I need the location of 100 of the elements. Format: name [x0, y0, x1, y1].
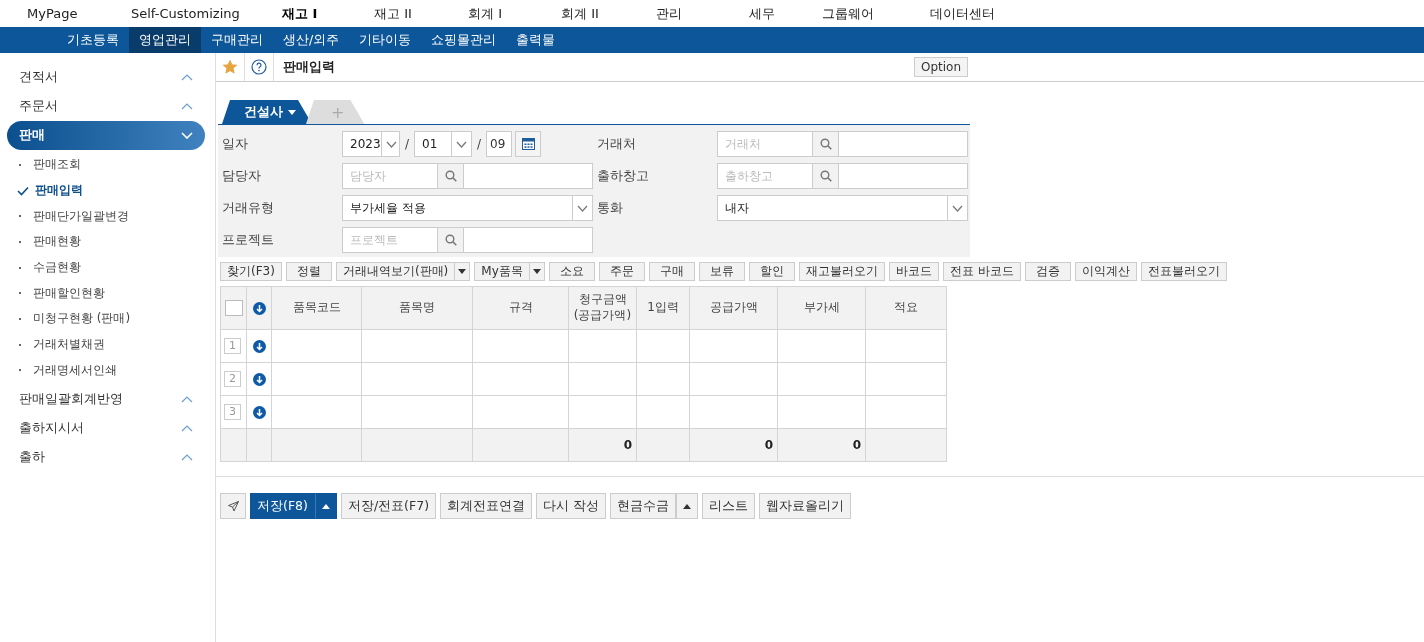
search-button[interactable] — [813, 163, 838, 189]
action-button[interactable]: 회계전표연결 — [440, 493, 532, 519]
top-menu-item[interactable]: 관리 — [656, 4, 682, 23]
sidebar-subitem-label: 판매현황 — [33, 233, 81, 251]
dropdown-field[interactable]: 부가세율 적용 — [342, 195, 593, 221]
action-button[interactable]: 다시 작성 — [536, 493, 606, 519]
date-separator: / — [404, 136, 411, 153]
input-field[interactable] — [463, 163, 593, 189]
toolbar-button[interactable]: 거래내역보기(판매) — [335, 262, 456, 281]
toolbar-button[interactable]: 찾기(F3) — [220, 262, 282, 281]
sidebar-subitem[interactable]: 수금현황 — [0, 254, 215, 281]
sidebar-item[interactable]: 출하지시서 — [7, 414, 205, 444]
chevron-down-icon — [385, 140, 397, 148]
sidebar-subitem[interactable]: 거래처별채권 — [0, 331, 215, 358]
sidebar-subitem[interactable]: 판매조회 — [0, 152, 215, 178]
input-field[interactable]: 담당자 — [342, 163, 438, 189]
search-button[interactable] — [438, 163, 463, 189]
toolbar-button[interactable]: 할인 — [748, 262, 795, 281]
calendar-button[interactable] — [515, 131, 542, 157]
top-menu-item[interactable]: 회계 II — [561, 4, 599, 23]
toolbar-button[interactable]: 전표불러오기 — [1140, 262, 1227, 281]
action-button[interactable]: 리스트 — [702, 493, 755, 519]
select-all-checkbox[interactable] — [224, 300, 243, 316]
search-icon — [444, 170, 457, 182]
row-number: 3 — [224, 404, 241, 420]
action-button[interactable]: 웹자료올리기 — [759, 493, 851, 519]
dropdown-field[interactable]: 2023 — [342, 131, 400, 157]
send-button[interactable] — [220, 493, 246, 519]
top-menu-item[interactable]: 그룹웨어 — [822, 4, 874, 23]
sub-menu-tab[interactable]: 기타이동 — [349, 27, 422, 53]
day-field[interactable]: 09 — [486, 131, 513, 157]
sub-menu-tab[interactable]: 출력물 — [506, 27, 566, 53]
sub-menu-tab[interactable]: 영업관리 — [129, 27, 201, 53]
top-menu-item[interactable]: Self-Customizing — [131, 6, 240, 21]
sidebar-subitem[interactable]: 거래명세서인쇄 — [0, 357, 215, 384]
sidebar-item-label: 출하 — [19, 449, 45, 467]
toolbar-button[interactable]: 보류 — [698, 262, 745, 281]
caret-icon — [321, 503, 330, 509]
search-icon — [819, 138, 832, 150]
input-field[interactable] — [838, 163, 968, 189]
sidebar-subitem-label: 거래명세서인쇄 — [33, 361, 117, 379]
toolbar-button[interactable]: 검증 — [1024, 262, 1071, 281]
sidebar-subitem[interactable]: 미청구현황 (판매) — [0, 306, 215, 332]
help-icon[interactable] — [251, 59, 267, 75]
sub-menu-tab[interactable]: 생산/외주 — [273, 27, 350, 53]
sidebar-item[interactable]: 출하 — [7, 443, 205, 473]
toolbar-button[interactable]: 전표 바코드 — [942, 262, 1021, 281]
sidebar-item[interactable]: 판매 — [7, 121, 205, 150]
star-icon[interactable] — [223, 60, 237, 74]
sidebar-subitem[interactable]: 판매단가일괄변경 — [0, 203, 215, 230]
dropdown-button[interactable] — [314, 493, 337, 519]
input-field[interactable] — [463, 227, 593, 253]
top-menu-item[interactable]: 세무 — [749, 4, 775, 23]
top-menu-item[interactable]: 회계 I — [468, 4, 502, 23]
action-button[interactable]: 저장(F8) — [250, 493, 315, 519]
total-cell: 0 — [568, 428, 637, 462]
toolbar-button[interactable]: 소요 — [548, 262, 595, 281]
sub-menu-tab[interactable]: 기초등록 — [57, 27, 129, 53]
chevron-down-icon — [456, 140, 468, 148]
input-field[interactable] — [838, 131, 968, 157]
sub-menu-tab[interactable]: 쇼핑몰관리 — [421, 27, 507, 53]
toolbar-button[interactable]: 주문 — [598, 262, 645, 281]
action-button[interactable]: 저장/전표(F7) — [340, 493, 436, 519]
arrow-down-icon — [252, 372, 266, 386]
column-header: 규격 — [472, 286, 569, 330]
top-menu-item[interactable]: 재고 I — [282, 4, 318, 23]
option-button[interactable]: Option — [913, 57, 968, 77]
top-menu-item[interactable]: 데이터센터 — [930, 4, 995, 23]
toolbar-button[interactable]: 구매 — [648, 262, 695, 281]
sidebar-item[interactable]: 견적서 — [7, 63, 205, 92]
toolbar-button[interactable]: My품목 — [474, 262, 530, 281]
arrow-down-icon — [252, 339, 266, 353]
search-button[interactable] — [813, 131, 838, 157]
toolbar-button[interactable]: 이익계산 — [1074, 262, 1137, 281]
caret-icon — [683, 503, 691, 509]
top-menu-item[interactable]: MyPage — [27, 6, 78, 21]
input-field[interactable]: 거래처 — [717, 131, 813, 157]
dropdown-field[interactable]: 내자 — [717, 195, 968, 221]
input-field[interactable]: 출하창고 — [717, 163, 813, 189]
sub-menu-tab[interactable]: 구매관리 — [201, 27, 273, 53]
sidebar-subitem[interactable]: 판매할인현황 — [0, 280, 215, 307]
sidebar-subitem[interactable]: 판매입력 — [0, 177, 215, 204]
search-button[interactable] — [438, 227, 463, 253]
toolbar-button[interactable]: 재고불러오기 — [798, 262, 885, 281]
toolbar-button[interactable]: 바코드 — [888, 262, 939, 281]
sidebar-subitem-label: 판매할인현황 — [33, 284, 105, 302]
input-field[interactable]: 프로젝트 — [342, 227, 438, 253]
sidebar-subitem[interactable]: 판매현황 — [0, 229, 215, 255]
sidebar-item[interactable]: 주문서 — [7, 92, 205, 121]
dropdown-field[interactable]: 01 — [414, 131, 473, 157]
sidebar-subitem-label: 판매조회 — [33, 156, 81, 174]
field-label: 일자 — [221, 134, 249, 153]
date-separator: / — [476, 136, 483, 153]
calendar-icon — [521, 138, 535, 150]
send-icon — [227, 500, 239, 512]
top-menu-item[interactable]: 재고 II — [374, 4, 412, 23]
sidebar-item[interactable]: 판매일괄회계반영 — [7, 385, 205, 415]
toolbar-button[interactable]: 정렬 — [285, 262, 332, 281]
row-number: 1 — [224, 338, 241, 354]
action-button[interactable]: 현금수금 — [610, 493, 676, 519]
